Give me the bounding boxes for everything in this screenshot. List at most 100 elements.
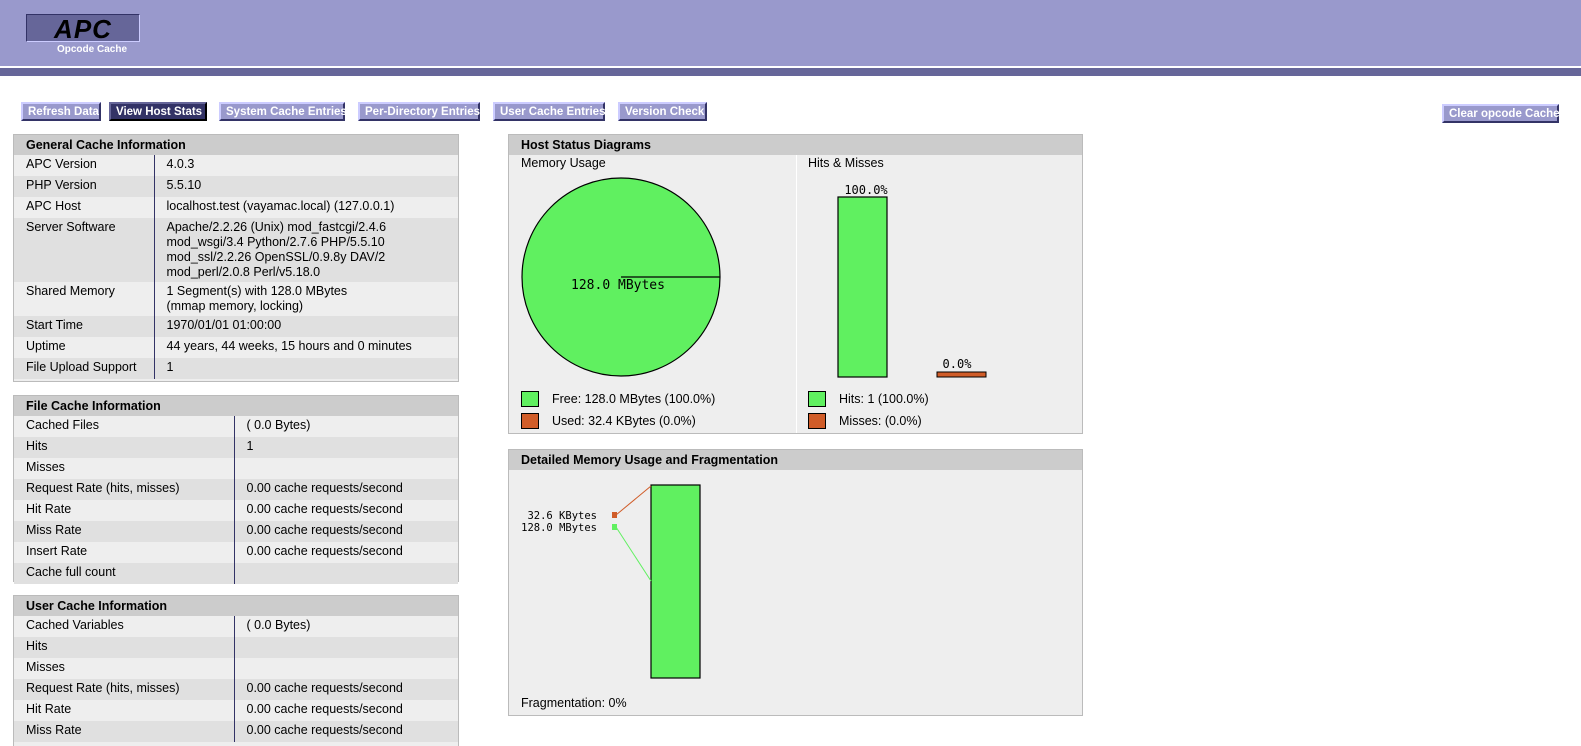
user-cache-info-table: Cached Variables ( 0.0 Bytes) Hits Misse…: [14, 616, 458, 742]
apc-logo[interactable]: APC Opcode Cache: [26, 14, 140, 55]
refresh-data-button[interactable]: Refresh Data: [21, 102, 101, 121]
free-connector-line: [615, 526, 652, 582]
row-key: Hit Rate: [14, 500, 235, 521]
host-status-title: Host Status Diagrams: [509, 135, 1082, 155]
hits-legend-swatch: [808, 391, 826, 407]
view-host-stats-button[interactable]: View Host Stats: [109, 102, 207, 121]
used-legend-label: Used: 32.4 KBytes (0.0%): [552, 414, 696, 428]
row-value: 0.00 cache requests/second: [246, 681, 403, 695]
row-key: Cached Files: [14, 416, 235, 437]
row-key: APC Version: [14, 155, 155, 176]
table-row: Hits: [14, 637, 458, 658]
row-key: Miss Rate: [14, 521, 235, 542]
general-cache-info-table: APC Version 4.0.3 PHP Version 5.5.10 APC…: [14, 155, 458, 379]
row-value: Apache/2.2.26 (Unix) mod_fastcgi/2.4.6 m…: [154, 218, 458, 282]
row-key: Server Software: [14, 218, 155, 282]
row-key: File Upload Support: [14, 358, 155, 379]
table-row: APC Version 4.0.3: [14, 155, 458, 176]
server-software-line: mod_perl/2.0.8 Perl/v5.18.0: [166, 265, 321, 279]
row-value: localhost.test (vayamac.local) (127.0.0.…: [166, 199, 395, 213]
row-value: 0.00 cache requests/second: [246, 502, 403, 516]
row-key: Uptime: [14, 337, 155, 358]
row-key: Hits: [14, 437, 235, 458]
fragmentation-label: Fragmentation: 0%: [521, 696, 627, 710]
row-key: PHP Version: [14, 176, 155, 197]
row-value: 5.5.10: [166, 178, 202, 192]
row-key: Misses: [14, 658, 235, 679]
row-value: ( 0.0 Bytes): [246, 618, 311, 632]
memory-usage-title: Memory Usage: [521, 156, 606, 170]
server-software-line: mod_ssl/2.2.26 OpenSSL/0.9.8y DAV/2: [166, 250, 386, 264]
row-value: [234, 637, 458, 658]
header-bar: [0, 68, 1581, 76]
system-cache-entries-button[interactable]: System Cache Entries: [219, 102, 347, 121]
row-key: APC Host: [14, 197, 155, 218]
row-value: 44 years, 44 weeks, 15 hours and 0 minut…: [166, 339, 412, 353]
table-row: Insert Rate 0.00 cache requests/second: [14, 542, 458, 563]
misses-legend-swatch: [808, 413, 826, 429]
row-key: Hits: [14, 637, 235, 658]
row-value: 0.00 cache requests/second: [246, 702, 403, 716]
user-cache-entries-button[interactable]: User Cache Entries: [493, 102, 605, 121]
table-row: APC Host localhost.test (vayamac.local) …: [14, 197, 458, 218]
file-cache-info-table: Cached Files ( 0.0 Bytes) Hits 1 Misses …: [14, 416, 458, 584]
memory-pie-chart: 128.0 MBytes: [521, 177, 721, 377]
used-marker: [612, 512, 617, 518]
row-value: 1: [166, 360, 174, 374]
misses-legend-label: Misses: (0.0%): [839, 414, 922, 428]
row-value: [234, 658, 458, 679]
shared-memory-line: 1 Segment(s) with 128.0 MBytes: [166, 284, 348, 298]
hits-misses-bar-chart: 100.0% 0.0%: [837, 183, 987, 378]
general-cache-info-title: General Cache Information: [14, 135, 458, 155]
row-key: Hit Rate: [14, 700, 235, 721]
logo-text: APC: [54, 14, 112, 44]
free-label: 128.0 MBytes: [521, 522, 597, 534]
row-value: 1 Segment(s) with 128.0 MBytes (mmap mem…: [154, 282, 458, 316]
row-key: Request Rate (hits, misses): [14, 479, 235, 500]
row-value: 0.00 cache requests/second: [246, 481, 403, 495]
table-row: Misses: [14, 458, 458, 479]
misses-bar: [936, 371, 987, 378]
pie-label: 128.0 MBytes: [571, 278, 665, 293]
table-row: Miss Rate 0.00 cache requests/second: [14, 521, 458, 542]
row-value: 4.0.3: [166, 157, 195, 171]
server-software-line: Apache/2.2.26 (Unix) mod_fastcgi/2.4.6: [166, 220, 387, 234]
user-cache-info-box: User Cache Information Cached Variables …: [13, 595, 459, 746]
row-key: Cache full count: [14, 563, 235, 584]
row-key: Start Time: [14, 316, 155, 337]
detailed-memory-box: Detailed Memory Usage and Fragmentation …: [508, 449, 1083, 716]
table-row: Misses: [14, 658, 458, 679]
row-key: Insert Rate: [14, 542, 235, 563]
per-directory-entries-button[interactable]: Per-Directory Entries: [358, 102, 480, 121]
table-row: Uptime 44 years, 44 weeks, 15 hours and …: [14, 337, 458, 358]
table-row: Cached Files ( 0.0 Bytes): [14, 416, 458, 437]
detailed-memory-title: Detailed Memory Usage and Fragmentation: [509, 450, 1082, 470]
version-check-button[interactable]: Version Check: [618, 102, 707, 121]
hits-bar: [837, 196, 888, 378]
table-row: Shared Memory 1 Segment(s) with 128.0 MB…: [14, 282, 458, 316]
shared-memory-line: (mmap memory, locking): [166, 299, 304, 313]
file-cache-info-box: File Cache Information Cached Files ( 0.…: [13, 395, 459, 584]
clear-opcode-cache-button[interactable]: Clear opcode Cache: [1442, 104, 1560, 123]
row-key: Miss Rate: [14, 721, 235, 742]
row-value: 0.00 cache requests/second: [246, 723, 403, 737]
free-marker: [612, 524, 617, 530]
host-status-box: Host Status Diagrams Memory Usage Hits &…: [508, 134, 1083, 434]
table-row: Server Software Apache/2.2.26 (Unix) mod…: [14, 218, 458, 282]
row-key: Misses: [14, 458, 235, 479]
table-row: Cache full count: [14, 563, 458, 584]
row-key: Request Rate (hits, misses): [14, 679, 235, 700]
table-row: Start Time 1970/01/01 01:00:00: [14, 316, 458, 337]
row-value: 0.00 cache requests/second: [246, 523, 403, 537]
row-value: [234, 563, 458, 584]
header: APC Opcode Cache: [0, 0, 1581, 67]
table-row: Hit Rate 0.00 cache requests/second: [14, 500, 458, 521]
general-cache-info-box: General Cache Information APC Version 4.…: [13, 134, 459, 382]
file-cache-info-title: File Cache Information: [14, 396, 458, 416]
table-row: Hit Rate 0.00 cache requests/second: [14, 700, 458, 721]
row-value: ( 0.0 Bytes): [246, 418, 311, 432]
divider: [796, 155, 797, 433]
row-value: 0.00 cache requests/second: [246, 544, 403, 558]
used-connector-line: [615, 485, 652, 516]
free-legend-swatch: [521, 391, 539, 407]
